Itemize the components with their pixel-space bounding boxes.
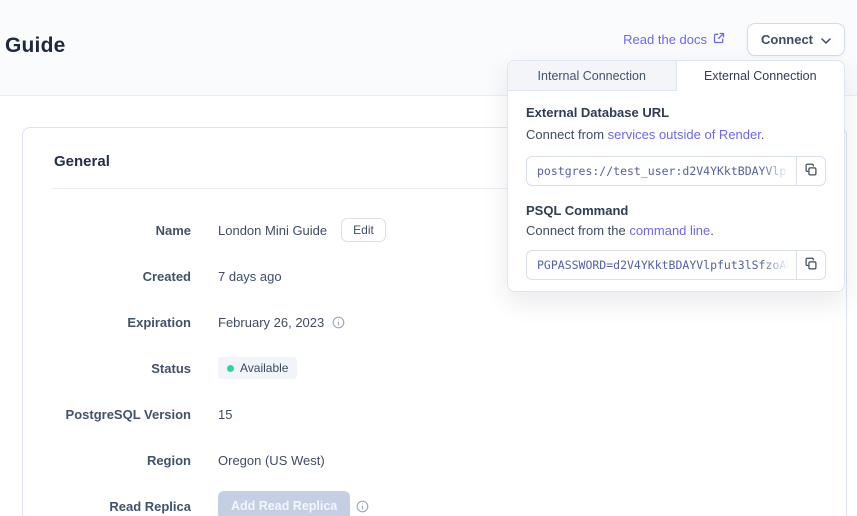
read-the-docs-label: Read the docs [623,32,707,47]
services-outside-render-link[interactable]: services outside of Render [608,127,761,142]
field-label-region: Region [23,453,191,468]
field-label-read-replica: Read Replica [23,499,191,514]
connect-button-label: Connect [761,32,813,47]
desc-text: Connect from the [526,223,629,238]
add-read-replica-button: Add Read Replica [218,491,350,516]
field-value-created: 7 days ago [218,269,282,284]
copy-button[interactable] [796,250,826,280]
table-row: Expiration February 26, 2023 [23,299,846,345]
external-connection-panel: External Database URL Connect from servi… [508,91,844,296]
psql-command-input[interactable]: PGPASSWORD=d2V4YKktBDAYVlpfut3lSfzoAWhwb… [526,250,796,280]
field-value-name: London Mini Guide [218,223,327,238]
external-link-icon [713,32,725,47]
table-row: PostgreSQL Version 15 [23,391,846,437]
tab-external-connection[interactable]: External Connection [677,61,845,91]
copy-icon [804,163,818,180]
external-database-url-input[interactable]: postgres://test_user:d2V4YKktBDAYVlpfut3… [526,156,796,186]
field-label-postgresql-version: PostgreSQL Version [23,407,191,422]
copy-button[interactable] [796,156,826,186]
psql-command-field: PGPASSWORD=d2V4YKktBDAYVlpfut3lSfzoAWhwb… [526,250,826,280]
chevron-down-icon [821,32,831,47]
header-actions: Read the docs Connect [623,23,845,56]
status-badge: Available [218,357,297,379]
info-icon[interactable] [356,500,369,513]
tab-internal-connection[interactable]: Internal Connection [508,61,677,91]
field-label-expiration: Expiration [23,315,191,330]
connection-tabs: Internal Connection External Connection [508,61,844,91]
external-database-url-desc: Connect from services outside of Render. [526,127,826,143]
psql-command-value: PGPASSWORD=d2V4YKktBDAYVlpfut3lSfzoAWhwb… [537,258,796,272]
connect-button[interactable]: Connect [747,23,845,56]
external-database-url-value: postgres://test_user:d2V4YKktBDAYVlpfut3… [537,164,796,178]
table-row: Status Available [23,345,846,391]
field-label-created: Created [23,269,191,284]
command-line-link[interactable]: command line [629,223,710,238]
psql-command-desc: Connect from the command line. [526,223,826,239]
page-title: Guide [5,34,66,58]
desc-text: Connect from [526,127,608,142]
copy-icon [804,257,818,274]
desc-text: . [761,127,765,142]
status-dot-icon [227,365,234,372]
psql-command-heading: PSQL Command [526,203,826,219]
table-row: Read Replica Add Read Replica [23,483,846,516]
field-value-postgresql-version: 15 [218,407,232,422]
info-icon[interactable] [332,316,345,329]
external-database-url-field: postgres://test_user:d2V4YKktBDAYVlpfut3… [526,156,826,186]
field-label-status: Status [23,361,191,376]
read-the-docs-link[interactable]: Read the docs [623,32,725,47]
table-row: Region Oregon (US West) [23,437,846,483]
desc-text: . [710,223,714,238]
field-value-expiration: February 26, 2023 [218,315,324,330]
edit-button[interactable]: Edit [341,218,386,242]
external-database-url-heading: External Database URL [526,105,826,121]
field-value-region: Oregon (US West) [218,453,325,468]
field-label-name: Name [23,223,191,238]
status-badge-label: Available [240,361,288,375]
connect-popover: Internal Connection External Connection … [507,60,845,292]
